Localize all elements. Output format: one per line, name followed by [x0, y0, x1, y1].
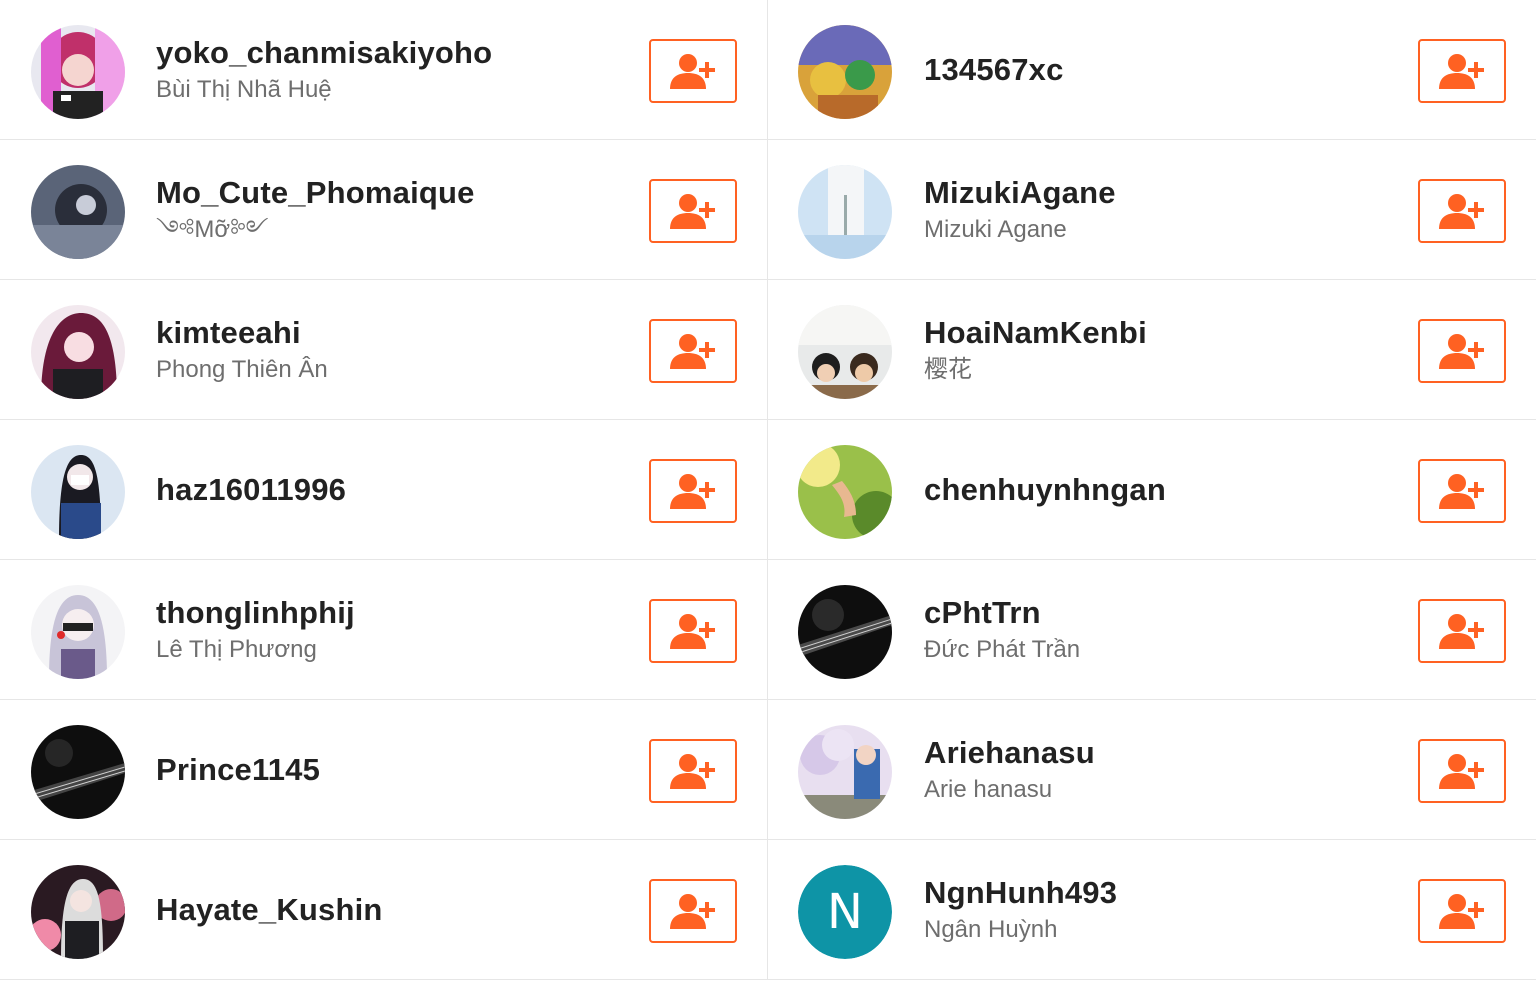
username[interactable]: NgnHunh493 — [924, 874, 1366, 912]
add-user-icon — [670, 614, 715, 649]
user-text: Hayate_Kushin — [156, 840, 597, 980]
add-user-icon — [1439, 194, 1484, 229]
avatar[interactable] — [31, 725, 125, 819]
avatar-letter: N — [798, 865, 892, 959]
username[interactable]: 134567xc — [924, 51, 1366, 89]
username[interactable]: cPhtTrn — [924, 594, 1366, 632]
user-text: HoaiNamKenbi 樱花 — [924, 280, 1366, 420]
follow-button[interactable] — [1418, 459, 1506, 523]
follow-button[interactable] — [1418, 599, 1506, 663]
follow-button[interactable] — [649, 879, 737, 943]
user-text: MizukiAgane Mizuki Agane — [924, 140, 1366, 280]
follow-button[interactable] — [1418, 879, 1506, 943]
user-card: chenhuynhngan — [768, 420, 1536, 560]
add-user-icon — [670, 334, 715, 369]
avatar[interactable] — [798, 585, 892, 679]
username[interactable]: haz16011996 — [156, 471, 597, 509]
follow-button[interactable] — [1418, 39, 1506, 103]
follow-button[interactable] — [649, 739, 737, 803]
user-text: Prince1145 — [156, 700, 597, 840]
user-card: cPhtTrn Đức Phát Trần — [768, 560, 1536, 700]
add-user-icon — [670, 754, 715, 789]
real-name: Đức Phát Trần — [924, 635, 1081, 663]
user-text: kimteeahi Phong Thiên Ân — [156, 280, 597, 420]
avatar[interactable] — [798, 25, 892, 119]
user-card: yoko_chanmisakiyoho Bùi Thị Nhã Huệ — [0, 0, 768, 140]
real-name: Mizuki Agane — [924, 215, 1067, 243]
avatar[interactable] — [31, 865, 125, 959]
user-card: Hayate_Kushin — [0, 840, 768, 980]
add-user-icon — [1439, 614, 1484, 649]
follow-button[interactable] — [1418, 319, 1506, 383]
follow-button[interactable] — [649, 599, 737, 663]
follow-button[interactable] — [649, 319, 737, 383]
real-name: Ngân Huỳnh — [924, 915, 1058, 943]
user-card: thonglinhphij Lê Thị Phương — [0, 560, 768, 700]
user-card: HoaiNamKenbi 樱花 — [768, 280, 1536, 420]
username[interactable]: MizukiAgane — [924, 174, 1366, 212]
add-user-icon — [670, 474, 715, 509]
user-text: chenhuynhngan — [924, 420, 1366, 560]
add-user-icon — [670, 194, 715, 229]
username[interactable]: yoko_chanmisakiyoho — [156, 34, 597, 72]
user-card: Mo_Cute_Phomaique ༺Mỡ༻ — [0, 140, 768, 280]
avatar[interactable] — [31, 165, 125, 259]
user-card: 134567xc — [768, 0, 1536, 140]
username[interactable]: chenhuynhngan — [924, 471, 1366, 509]
add-user-icon — [1439, 334, 1484, 369]
real-name: ༺Mỡ༻ — [156, 215, 269, 243]
avatar[interactable] — [798, 725, 892, 819]
user-card: Prince1145 — [0, 700, 768, 840]
follow-button[interactable] — [1418, 739, 1506, 803]
user-card: N NgnHunh493 Ngân Huỳnh — [768, 840, 1536, 980]
avatar[interactable]: N — [798, 865, 892, 959]
real-name: Bùi Thị Nhã Huệ — [156, 75, 332, 103]
username[interactable]: Ariehanasu — [924, 734, 1366, 772]
avatar[interactable] — [798, 305, 892, 399]
user-text: Mo_Cute_Phomaique ༺Mỡ༻ — [156, 140, 597, 280]
add-user-icon — [670, 54, 715, 89]
user-text: yoko_chanmisakiyoho Bùi Thị Nhã Huệ — [156, 0, 597, 140]
real-name: Phong Thiên Ân — [156, 355, 328, 383]
user-grid: yoko_chanmisakiyoho Bùi Thị Nhã Huệ 1345… — [0, 0, 1536, 981]
user-text: NgnHunh493 Ngân Huỳnh — [924, 840, 1366, 980]
user-card: kimteeahi Phong Thiên Ân — [0, 280, 768, 420]
username[interactable]: Hayate_Kushin — [156, 891, 597, 929]
user-text: cPhtTrn Đức Phát Trần — [924, 560, 1366, 700]
add-user-icon — [1439, 754, 1484, 789]
username[interactable]: Mo_Cute_Phomaique — [156, 174, 597, 212]
user-text: haz16011996 — [156, 420, 597, 560]
add-user-icon — [670, 894, 715, 929]
avatar[interactable] — [31, 445, 125, 539]
avatar[interactable] — [31, 585, 125, 679]
add-user-icon — [1439, 894, 1484, 929]
follow-button[interactable] — [649, 39, 737, 103]
avatar[interactable] — [31, 305, 125, 399]
username[interactable]: kimteeahi — [156, 314, 597, 352]
follow-button[interactable] — [649, 179, 737, 243]
avatar[interactable] — [798, 165, 892, 259]
real-name: 樱花 — [924, 355, 972, 383]
user-text: 134567xc — [924, 0, 1366, 140]
username[interactable]: HoaiNamKenbi — [924, 314, 1366, 352]
follow-button[interactable] — [649, 459, 737, 523]
real-name: Lê Thị Phương — [156, 635, 317, 663]
username[interactable]: Prince1145 — [156, 751, 597, 789]
avatar[interactable] — [31, 25, 125, 119]
user-card: MizukiAgane Mizuki Agane — [768, 140, 1536, 280]
follow-button[interactable] — [1418, 179, 1506, 243]
user-card: Ariehanasu Arie hanasu — [768, 700, 1536, 840]
avatar[interactable] — [798, 445, 892, 539]
username[interactable]: thonglinhphij — [156, 594, 597, 632]
real-name: Arie hanasu — [924, 775, 1053, 803]
add-user-icon — [1439, 54, 1484, 89]
user-text: thonglinhphij Lê Thị Phương — [156, 560, 597, 700]
add-user-icon — [1439, 474, 1484, 509]
user-card: haz16011996 — [0, 420, 768, 560]
user-text: Ariehanasu Arie hanasu — [924, 700, 1366, 840]
